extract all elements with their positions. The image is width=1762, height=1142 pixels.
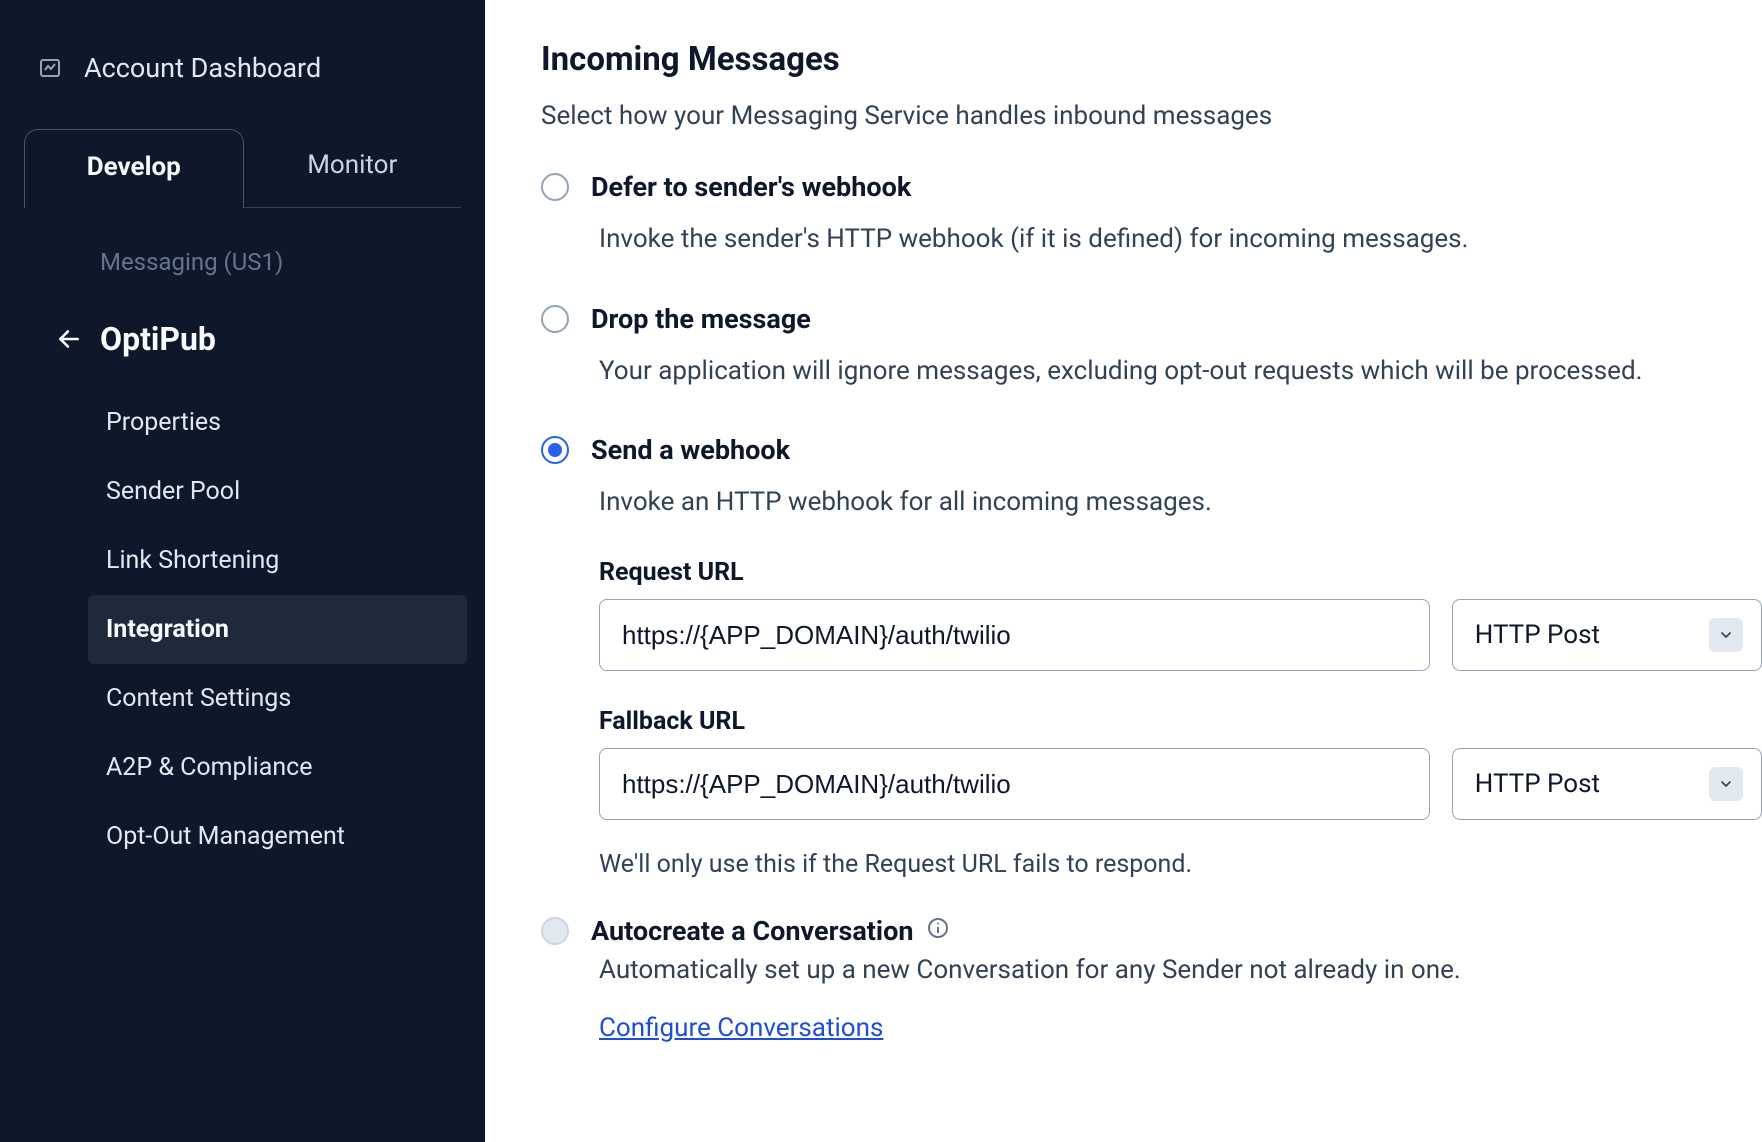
page-subtitle: Select how your Messaging Service handle… (541, 101, 1762, 131)
radio-autocreate (541, 917, 569, 945)
info-icon[interactable] (926, 916, 950, 940)
back-link[interactable]: OptiPub (0, 320, 485, 388)
autocreate-desc: Automatically set up a new Conversation … (599, 955, 1762, 985)
option-defer-label: Defer to sender's webhook (591, 171, 911, 203)
radio-defer[interactable] (541, 173, 569, 201)
sidebar-section-label: Messaging (US1) (0, 248, 485, 320)
request-url-method-select[interactable]: HTTP Post (1452, 599, 1762, 671)
sidebar: Account Dashboard Develop Monitor Messag… (0, 0, 485, 1142)
option-send-desc: Invoke an HTTP webhook for all incoming … (599, 484, 1762, 522)
account-dashboard-link[interactable]: Account Dashboard (0, 52, 485, 128)
autocreate-label: Autocreate a Conversation (591, 915, 950, 947)
account-dashboard-label: Account Dashboard (84, 52, 321, 84)
sidebar-nav-list: Properties Sender Pool Link Shortening I… (0, 388, 485, 871)
fallback-url-method-value: HTTP Post (1475, 769, 1600, 799)
request-url-label: Request URL (599, 558, 1762, 587)
request-url-block: Request URL HTTP Post (599, 558, 1762, 671)
option-drop-label: Drop the message (591, 303, 811, 335)
fallback-url-input[interactable] (599, 748, 1430, 820)
back-label: OptiPub (100, 320, 216, 358)
request-url-input[interactable] (599, 599, 1430, 671)
sidebar-item-sender-pool[interactable]: Sender Pool (88, 457, 467, 526)
option-drop-row: Drop the message (541, 303, 1762, 335)
sidebar-tabs: Develop Monitor (24, 128, 461, 208)
fallback-url-block: Fallback URL HTTP Post (599, 707, 1762, 820)
request-url-method-value: HTTP Post (1475, 620, 1600, 650)
tab-monitor[interactable]: Monitor (244, 128, 462, 207)
fallback-url-method-select[interactable]: HTTP Post (1452, 748, 1762, 820)
autocreate-row: Autocreate a Conversation (541, 915, 1762, 947)
configure-conversations-link[interactable]: Configure Conversations (599, 1013, 883, 1043)
sidebar-item-content-settings[interactable]: Content Settings (88, 664, 467, 733)
fallback-url-label: Fallback URL (599, 707, 1762, 736)
chevron-down-icon (1709, 618, 1743, 652)
radio-send[interactable] (541, 436, 569, 464)
option-defer-row: Defer to sender's webhook (541, 171, 1762, 203)
dashboard-icon (38, 56, 62, 80)
fallback-url-note: We'll only use this if the Request URL f… (599, 850, 1762, 879)
sidebar-item-integration[interactable]: Integration (88, 595, 467, 664)
option-drop-desc: Your application will ignore messages, e… (599, 353, 1762, 391)
sidebar-item-link-shortening[interactable]: Link Shortening (88, 526, 467, 595)
option-send-label: Send a webhook (591, 434, 790, 466)
tab-develop[interactable]: Develop (24, 129, 244, 208)
sidebar-item-a2p-compliance[interactable]: A2P & Compliance (88, 733, 467, 802)
page-title: Incoming Messages (541, 40, 1762, 79)
option-defer-desc: Invoke the sender's HTTP webhook (if it … (599, 221, 1762, 259)
sidebar-item-properties[interactable]: Properties (88, 388, 467, 457)
sidebar-item-opt-out[interactable]: Opt-Out Management (88, 802, 467, 871)
arrow-left-icon (56, 326, 82, 352)
main-content: Incoming Messages Select how your Messag… (485, 0, 1762, 1142)
radio-drop[interactable] (541, 305, 569, 333)
option-send-row: Send a webhook (541, 434, 1762, 466)
chevron-down-icon (1709, 767, 1743, 801)
